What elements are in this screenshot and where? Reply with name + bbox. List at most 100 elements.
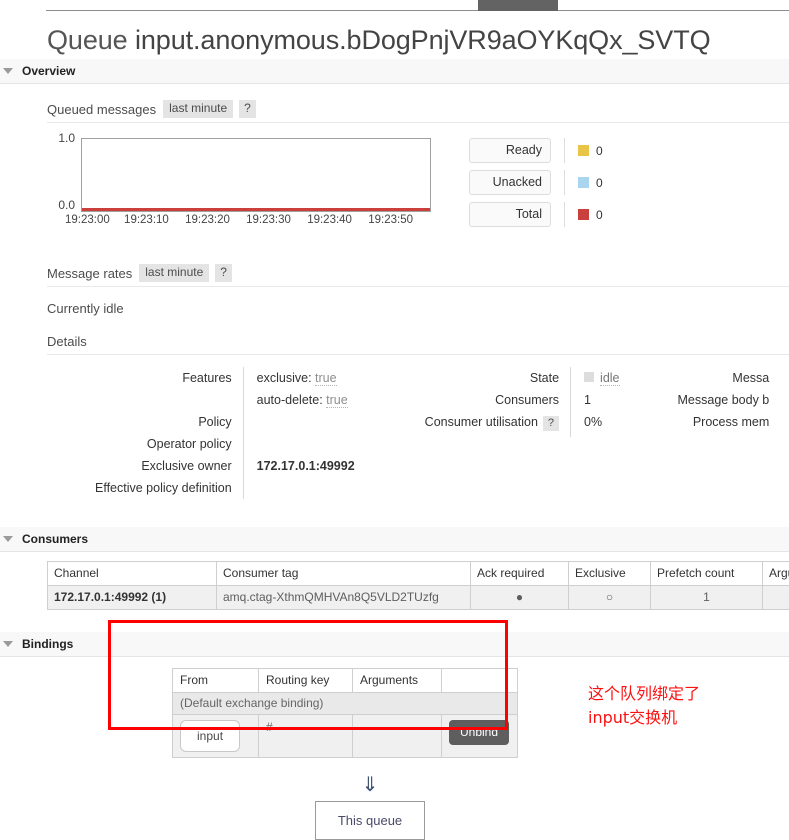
message-rates-help-icon[interactable]: ? xyxy=(215,264,232,282)
detail-state-value: idle xyxy=(600,371,619,386)
details-values-features: exclusive: true auto-delete: true 172.17… xyxy=(243,367,355,499)
legend-row-unacked: Unacked 0 xyxy=(469,170,603,195)
cell-ack-required: ● xyxy=(471,586,569,610)
section-header-overview[interactable]: Overview xyxy=(0,59,789,84)
details-grid: Features Policy Operator policy Exclusiv… xyxy=(47,367,789,499)
queued-messages-header: Queued messages last minute ? xyxy=(47,100,789,123)
chevron-down-icon xyxy=(3,641,13,647)
detail-key-state: State xyxy=(425,367,559,389)
top-nav-strip xyxy=(0,0,789,11)
legend-value-unacked: 0 xyxy=(596,176,603,190)
annotation-note-line2: input交换机 xyxy=(588,706,700,730)
bindings-default-row: (Default exchange binding) xyxy=(173,693,518,715)
column-header-consumer-tag[interactable]: Consumer tag xyxy=(217,562,471,586)
x-tick-3: 19:23:30 xyxy=(246,214,291,226)
detail-exclusive-owner-value: 172.17.0.1:49992 xyxy=(257,459,355,473)
table-header-row: Channel Consumer tag Ack required Exclus… xyxy=(48,562,789,586)
legend-divider xyxy=(564,202,565,227)
detail-value-exclusive: exclusive: true xyxy=(257,367,355,389)
detail-key-process-memory-truncated: Process mem xyxy=(678,411,770,433)
column-header-from[interactable]: From xyxy=(173,669,259,693)
detail-value-consumer-utilisation: 0% xyxy=(584,411,619,433)
cell-default-exchange-binding: (Default exchange binding) xyxy=(173,693,518,715)
message-rates-header: Message rates last minute ? xyxy=(47,264,789,287)
detail-feature-autodelete-value: true xyxy=(326,393,348,408)
message-rates-label: Message rates xyxy=(47,266,132,281)
cell-arguments xyxy=(763,586,789,610)
series-line-total xyxy=(82,208,430,211)
details-column-memory: Messa Message body b Process mem xyxy=(678,367,770,433)
chart-legend: Ready 0 Unacked 0 Total 0 xyxy=(469,136,603,234)
column-header-routing-key[interactable]: Routing key xyxy=(259,669,353,693)
chevron-down-icon xyxy=(3,68,13,74)
legend-button-total[interactable]: Total xyxy=(469,202,551,227)
section-header-bindings[interactable]: Bindings xyxy=(0,632,789,657)
details-keys-state: State Consumers Consumer utilisation? xyxy=(425,367,570,437)
message-rates-period-chip[interactable]: last minute xyxy=(139,264,209,282)
queued-messages-help-icon[interactable]: ? xyxy=(239,100,256,118)
column-header-arguments[interactable]: Arguments xyxy=(353,669,442,693)
details-keys-features: Features Policy Operator policy Exclusiv… xyxy=(95,367,243,499)
detail-feature-exclusive-value: true xyxy=(315,371,337,386)
column-header-arguments[interactable]: Arguments xyxy=(763,562,789,586)
legend-swatch-unacked xyxy=(578,177,589,188)
detail-key-consumer-utilisation: Consumer utilisation? xyxy=(425,411,559,433)
section-header-overview-label: Overview xyxy=(22,64,75,78)
exchange-link-input[interactable]: input xyxy=(180,720,240,752)
legend-divider xyxy=(564,138,565,163)
active-tab-marker[interactable] xyxy=(478,0,558,11)
detail-key-message-body-bytes-truncated: Message body b xyxy=(678,389,770,411)
queued-messages-label: Queued messages xyxy=(47,102,156,117)
page-title: Queue input.anonymous.bDogPnjVR9aOYKqQx_… xyxy=(47,11,789,59)
cell-binding-from: input xyxy=(173,715,259,758)
cell-exclusive: ○ xyxy=(569,586,651,610)
column-header-prefetch-count[interactable]: Prefetch count xyxy=(651,562,763,586)
detail-value-auto-delete: auto-delete: true xyxy=(257,389,355,411)
detail-key-operator-policy: Operator policy xyxy=(95,433,232,455)
column-header-channel[interactable]: Channel xyxy=(48,562,217,586)
detail-value-operator-policy xyxy=(257,433,355,455)
detail-key-consumers: Consumers xyxy=(425,389,559,411)
page-title-prefix: Queue xyxy=(47,25,128,55)
detail-key-messages-truncated: Messa xyxy=(678,367,770,389)
details-header: Details xyxy=(47,334,789,355)
annotation-note-line1: 这个队列绑定了 xyxy=(588,682,700,706)
bindings-table: From Routing key Arguments (Default exch… xyxy=(172,668,518,758)
details-column-features: Features Policy Operator policy Exclusiv… xyxy=(95,367,355,499)
section-header-bindings-label: Bindings xyxy=(22,637,73,651)
column-header-exclusive[interactable]: Exclusive xyxy=(569,562,651,586)
y-axis-tick-min: 0.0 xyxy=(47,198,75,212)
details-values-state: idle 1 0% xyxy=(570,367,619,437)
detail-value-policy xyxy=(257,411,355,433)
page-title-queue-name: input.anonymous.bDogPnjVR9aOYKqQx_SVTQ xyxy=(135,25,711,55)
unbind-button[interactable]: Unbind xyxy=(449,720,509,745)
x-tick-2: 19:23:20 xyxy=(185,214,230,226)
legend-divider xyxy=(564,170,565,195)
queued-messages-chart: 1.0 0.0 19:23:00 19:23:10 19:23:20 19:23… xyxy=(47,136,447,228)
queue-diagram: ⇓ This queue xyxy=(310,776,430,840)
legend-button-unacked[interactable]: Unacked xyxy=(469,170,551,195)
this-queue-box: This queue xyxy=(315,801,425,840)
legend-row-ready: Ready 0 xyxy=(469,138,603,163)
detail-key-exclusive-owner: Exclusive owner xyxy=(95,455,232,477)
consumer-utilisation-help-icon[interactable]: ? xyxy=(543,416,559,431)
cell-channel[interactable]: 172.17.0.1:49992 (1) xyxy=(48,586,217,610)
table-header-row: From Routing key Arguments xyxy=(173,669,518,693)
column-header-ack-required[interactable]: Ack required xyxy=(471,562,569,586)
detail-value-exclusive-owner: 172.17.0.1:49992 xyxy=(257,455,355,477)
section-header-consumers[interactable]: Consumers xyxy=(0,527,789,552)
x-tick-1: 19:23:10 xyxy=(124,214,169,226)
legend-button-ready[interactable]: Ready xyxy=(469,138,551,163)
legend-value-ready: 0 xyxy=(596,144,603,158)
chevron-down-icon xyxy=(3,536,13,542)
detail-key-features: Features xyxy=(95,367,232,389)
annotation-note: 这个队列绑定了 input交换机 xyxy=(588,682,700,730)
x-tick-4: 19:23:40 xyxy=(307,214,352,226)
legend-swatch-ready xyxy=(578,145,589,156)
queued-messages-period-chip[interactable]: last minute xyxy=(163,100,233,118)
x-axis-ticks: 19:23:00 19:23:10 19:23:20 19:23:30 19:2… xyxy=(81,214,431,226)
cell-consumer-tag: amq.ctag-XthmQMHVAn8Q5VLD2TUzfg xyxy=(217,586,471,610)
detail-feature-exclusive-key: exclusive: xyxy=(257,371,312,385)
detail-key-consumer-utilisation-label: Consumer utilisation xyxy=(425,415,538,429)
details-column-state: State Consumers Consumer utilisation? id… xyxy=(425,367,620,437)
